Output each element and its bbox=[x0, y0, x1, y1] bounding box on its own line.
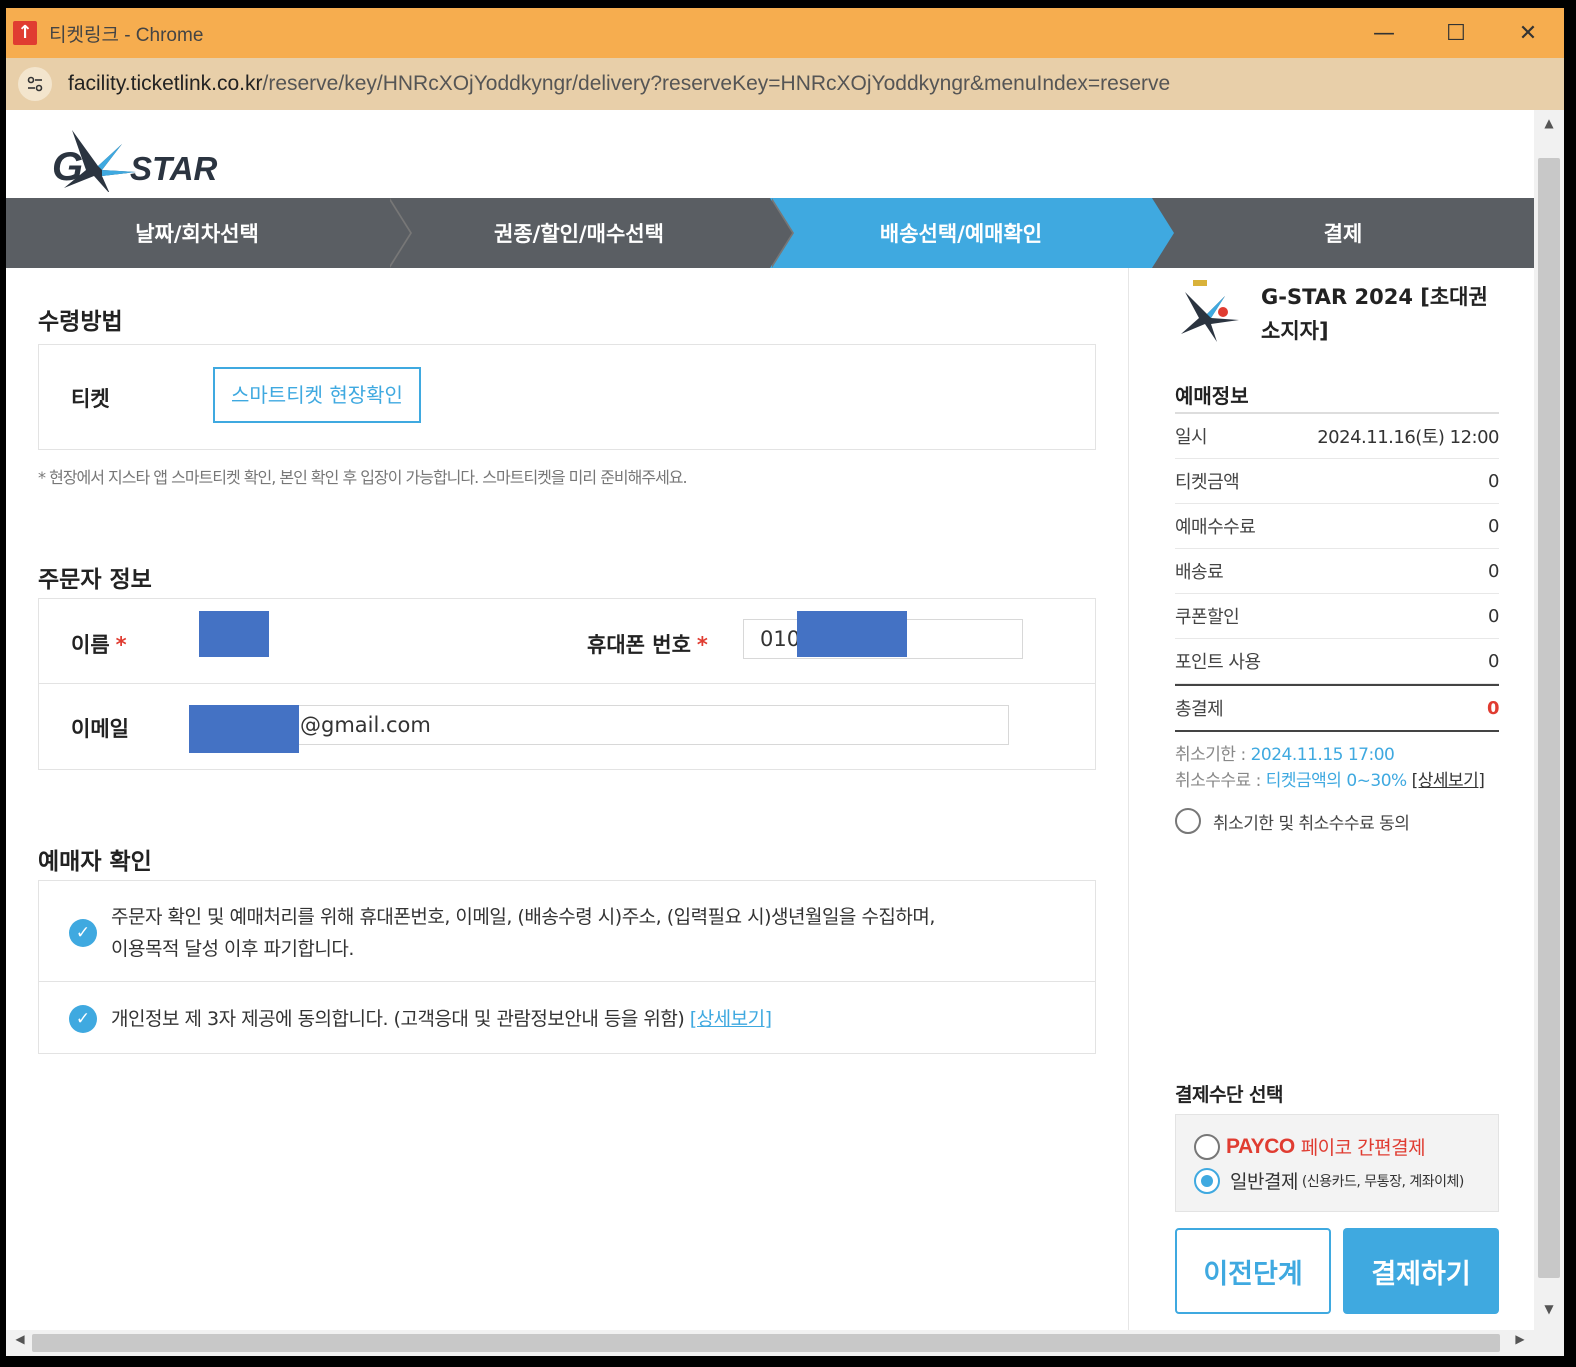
vertical-scroll-thumb[interactable] bbox=[1538, 158, 1560, 1278]
step-payment: 결제 bbox=[1152, 198, 1534, 268]
tune-icon bbox=[27, 76, 43, 92]
reservation-info-table: 일시 2024.11.16(토) 12:00 티켓금액 0 예매수수료 0 배송료 0 … bbox=[1175, 412, 1500, 732]
window-title: 티켓링크 - Chrome bbox=[49, 24, 204, 46]
scroll-left-icon[interactable]: ◀ bbox=[10, 1332, 30, 1354]
delivery-box: 티켓 스마트티켓 현장확인 bbox=[38, 344, 1096, 450]
title-bar: ↑ 티켓링크 - Chrome — ☐ ✕ bbox=[6, 8, 1564, 58]
gstar-star-icon: G STAR bbox=[52, 130, 218, 194]
logo-text: STAR bbox=[130, 150, 218, 187]
browser-window: ↑ 티켓링크 - Chrome — ☐ ✕ facility.ticketlin… bbox=[6, 8, 1564, 1356]
scroll-down-icon[interactable]: ▼ bbox=[1534, 1302, 1564, 1322]
payco-radio[interactable] bbox=[1194, 1133, 1220, 1160]
orderer-box: 이름 * 휴대폰 번호 * 010 이메일 @gmail.com bbox=[38, 598, 1096, 770]
window-controls: — ☐ ✕ bbox=[1348, 8, 1564, 58]
general-payment-sub: (신용카드, 무통장, 계좌이체) bbox=[1301, 1173, 1464, 1190]
payment-method-box: PAYCO 페이코 간편결제 일반결제 (신용카드, 무통장, 계좌이체) bbox=[1175, 1114, 1499, 1212]
check-icon[interactable]: ✓ bbox=[69, 919, 97, 947]
payco-label: 페이코 간편결제 bbox=[1300, 1137, 1426, 1159]
info-row-coupon: 쿠폰할인 0 bbox=[1175, 594, 1499, 639]
page-content: G STAR 날짜/회차선택 권종/할인/매수선택 배송선택/예매확인 결제 수… bbox=[6, 110, 1534, 1330]
cancel-fee-detail-link[interactable]: [상세보기] bbox=[1412, 771, 1485, 791]
phone-redacted bbox=[797, 611, 907, 657]
horizontal-scroll-thumb[interactable] bbox=[32, 1334, 1500, 1352]
reservation-info-title: 예매정보 bbox=[1175, 384, 1249, 408]
email-redacted bbox=[189, 705, 299, 753]
cancel-deadline: 2024.11.15 17:00 bbox=[1250, 745, 1395, 765]
scroll-up-icon[interactable]: ▲ bbox=[1534, 116, 1564, 136]
divider bbox=[39, 683, 1095, 684]
ticketlink-app-icon: ↑ bbox=[13, 21, 37, 45]
total-amount: 0 bbox=[1486, 697, 1500, 719]
info-row-delivery-fee: 배송료 0 bbox=[1175, 549, 1499, 594]
summary-panel: G-STAR 2024 [초대권 소지자] 예매정보 일시 2024.11.16(… bbox=[1128, 268, 1535, 1330]
delivery-note: * 현장에서 지스타 앱 스마트티켓 확인, 본인 확인 후 입장이 가능합니다… bbox=[38, 468, 688, 487]
info-row-ticket-price: 티켓금액 0 bbox=[1175, 459, 1499, 504]
address-bar: facility.ticketlink.co.kr/reserve/key/HN… bbox=[6, 58, 1564, 110]
url-path: /reserve/key/HNRcXOjYoddkyngr/delivery?r… bbox=[262, 72, 1171, 95]
cancel-info: 취소기한 : 2024.11.15 17:00 취소수수료 : 티켓금액의 0~… bbox=[1175, 745, 1485, 791]
vertical-scrollbar[interactable]: ▲ ▼ bbox=[1534, 110, 1564, 1330]
minimize-button[interactable]: — bbox=[1348, 8, 1420, 58]
payco-option[interactable]: PAYCO 페이코 간편결제 bbox=[1194, 1133, 1426, 1160]
maximize-button[interactable]: ☐ bbox=[1420, 8, 1492, 58]
delivery-section-title: 수령방법 bbox=[38, 309, 123, 335]
info-row-date: 일시 2024.11.16(토) 12:00 bbox=[1175, 414, 1499, 459]
step-ticket-type: 권종/할인/매수선택 bbox=[388, 198, 794, 268]
divider bbox=[39, 981, 1095, 982]
previous-step-button[interactable]: 이전단계 bbox=[1175, 1228, 1331, 1314]
gstar-poster-icon bbox=[1175, 274, 1245, 352]
step-delivery: 배송선택/예매확인 bbox=[770, 198, 1174, 268]
info-row-total: 총결제 0 bbox=[1175, 684, 1500, 732]
info-row-points: 포인트 사용 0 bbox=[1175, 639, 1499, 684]
cancel-agree-label: 취소기한 및 취소수수료 동의 bbox=[1213, 813, 1410, 834]
name-label: 이름 * bbox=[71, 633, 127, 657]
payment-method-title: 결제수단 선택 bbox=[1175, 1084, 1284, 1106]
confirm-section-title: 예매자 확인 bbox=[38, 849, 152, 875]
horizontal-scrollbar[interactable]: ◀ ▶ bbox=[6, 1330, 1564, 1356]
name-field-redacted[interactable] bbox=[199, 611, 269, 657]
pay-button[interactable]: 결제하기 bbox=[1343, 1228, 1499, 1314]
step-label: 결제 bbox=[1323, 222, 1363, 246]
confirm-box: ✓ 주문자 확인 및 예매처리를 위해 휴대폰번호, 이메일, (배송수령 시)… bbox=[38, 880, 1096, 1054]
site-settings-icon[interactable] bbox=[18, 67, 52, 101]
event-poster bbox=[1175, 274, 1245, 352]
reservation-steps: 날짜/회차선택 권종/할인/매수선택 배송선택/예매확인 결제 bbox=[6, 198, 1534, 268]
third-party-detail-link[interactable]: [상세보기] bbox=[690, 1008, 772, 1030]
general-payment-label: 일반결제 bbox=[1230, 1171, 1298, 1193]
info-row-booking-fee: 예매수수료 0 bbox=[1175, 504, 1499, 549]
smart-ticket-option[interactable]: 스마트티켓 현장확인 bbox=[213, 367, 421, 423]
email-label: 이메일 bbox=[71, 717, 129, 741]
logo-letter: G bbox=[52, 145, 83, 189]
url-host: facility.ticketlink.co.kr bbox=[68, 72, 263, 95]
cancel-agree-option[interactable]: 취소기한 및 취소수수료 동의 bbox=[1175, 808, 1410, 834]
url-field[interactable]: facility.ticketlink.co.kr/reserve/key/HN… bbox=[68, 72, 1170, 96]
check-icon[interactable]: ✓ bbox=[69, 1005, 97, 1033]
general-payment-radio[interactable] bbox=[1194, 1167, 1220, 1194]
phone-label: 휴대폰 번호 * bbox=[587, 633, 708, 657]
privacy-collect-text: 주문자 확인 및 예매처리를 위해 휴대폰번호, 이메일, (배송수령 시)주소… bbox=[111, 906, 935, 960]
close-button[interactable]: ✕ bbox=[1492, 8, 1564, 58]
cancel-agree-radio[interactable] bbox=[1175, 808, 1201, 834]
step-label: 권종/할인/매수선택 bbox=[494, 222, 664, 246]
gstar-logo[interactable]: G STAR bbox=[50, 122, 230, 194]
step-label: 배송선택/예매확인 bbox=[879, 222, 1043, 246]
payco-logo: PAYCO bbox=[1226, 1134, 1295, 1158]
scroll-right-icon[interactable]: ▶ bbox=[1510, 1332, 1530, 1354]
general-payment-option[interactable]: 일반결제 (신용카드, 무통장, 계좌이체) bbox=[1194, 1167, 1464, 1194]
email-input[interactable]: @gmail.com bbox=[189, 705, 1009, 745]
orderer-section-title: 주문자 정보 bbox=[38, 567, 152, 593]
ticket-label: 티켓 bbox=[71, 387, 110, 411]
step-label: 날짜/회차선택 bbox=[135, 222, 259, 246]
step-date: 날짜/회차선택 bbox=[6, 198, 412, 268]
event-title: G-STAR 2024 [초대권 소지자] bbox=[1261, 285, 1488, 343]
third-party-consent-text: 개인정보 제 3자 제공에 동의합니다. (고객응대 및 관람정보안내 등을 위… bbox=[111, 1008, 772, 1030]
